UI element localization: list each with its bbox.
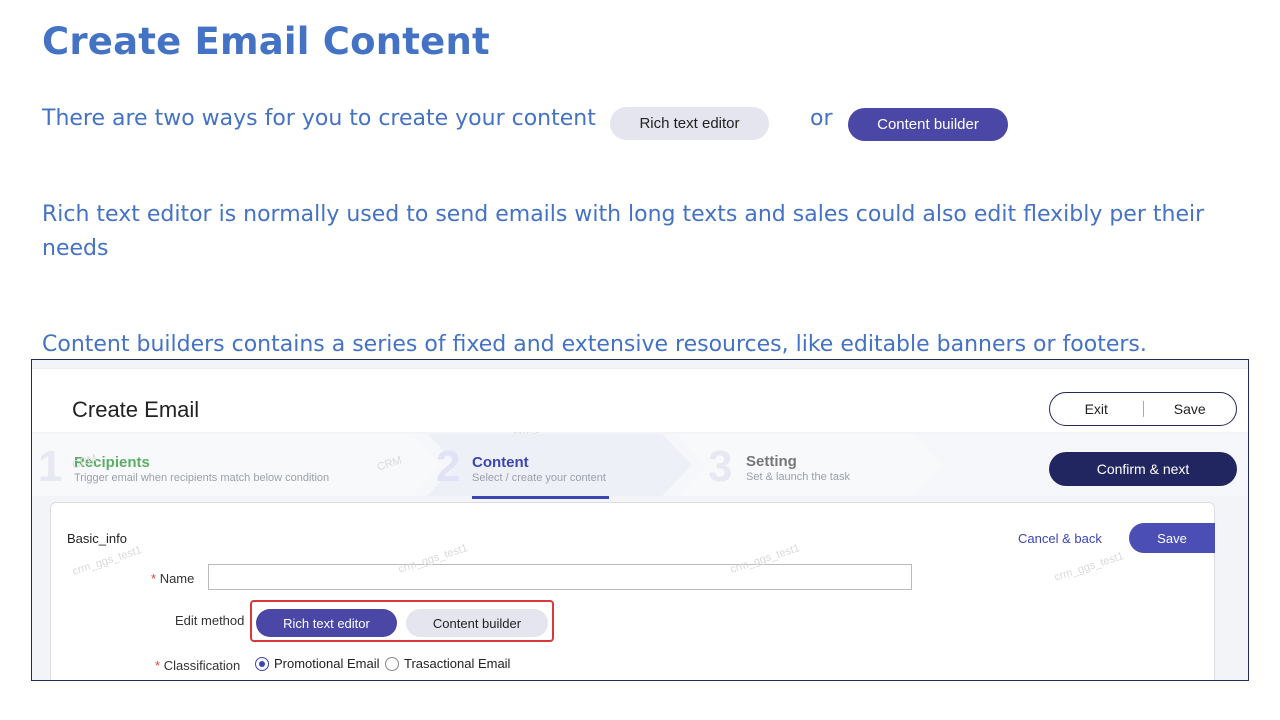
step-2-subtitle: Select / create your content — [472, 472, 606, 484]
name-label: * Name — [151, 571, 194, 586]
step-3-title[interactable]: Setting — [746, 453, 797, 470]
name-label-text: Name — [159, 571, 195, 586]
edit-method-highlight: Rich text editor Content builder — [250, 600, 554, 642]
form-save-button[interactable]: Save — [1129, 523, 1215, 553]
rich-text-editor-pill: Rich text editor — [610, 107, 769, 140]
content-builder-button[interactable]: Content builder — [406, 609, 548, 637]
basic-info-card: Basic_info Cancel & back Save * Name Edi… — [50, 502, 1215, 680]
required-mark: * — [151, 571, 157, 586]
or-text: or — [810, 106, 833, 131]
edit-method-label: Edit method — [175, 613, 245, 628]
watermark: crm_ggs_test1 — [70, 544, 144, 578]
transactional-radio[interactable] — [385, 657, 399, 671]
classification-label-text: Classification — [163, 658, 241, 673]
transactional-label: Trasactional Email — [404, 656, 511, 671]
cancel-back-link[interactable]: Cancel & back — [1018, 531, 1102, 546]
promotional-label: Promotional Email — [274, 656, 380, 671]
required-mark: * — [155, 658, 161, 673]
exit-save-group: Exit Save — [1049, 392, 1237, 426]
embedded-screenshot: crm_ggs_test1 crm_ggs_test1 crm_ggs_test… — [31, 359, 1249, 681]
rich-text-editor-button[interactable]: Rich text editor — [256, 609, 397, 637]
watermark: crm_ggs_test1 — [1052, 550, 1126, 584]
step-1-subtitle: Trigger email when recipients match belo… — [74, 472, 330, 484]
active-step-underline — [472, 496, 609, 499]
content-builder-description: Content builders contains a series of fi… — [42, 332, 1147, 357]
confirm-next-button[interactable]: Confirm & next — [1049, 452, 1237, 486]
intro-text: There are two ways for you to create you… — [42, 106, 596, 131]
section-title: Basic_info — [67, 531, 127, 546]
rich-text-description: Rich text editor is normally used to sen… — [42, 202, 1205, 261]
step-2-title[interactable]: Content — [472, 454, 529, 471]
name-input[interactable] — [208, 564, 912, 590]
step-2-number: 2 — [436, 442, 461, 491]
app-title: Create Email — [72, 397, 200, 422]
classification-label: * Classification — [155, 658, 240, 673]
step-3-number: 3 — [708, 442, 733, 491]
step-1-number: 1 — [38, 442, 63, 491]
exit-button[interactable]: Exit — [1050, 401, 1143, 417]
step-3-subtitle: Set & launch the task — [746, 471, 850, 483]
content-builder-pill: Content builder — [848, 108, 1008, 141]
header-save-button[interactable]: Save — [1144, 401, 1237, 417]
promotional-radio[interactable] — [255, 657, 269, 671]
app-header: Create Email Exit Save — [32, 368, 1248, 432]
slide-title: Create Email Content — [42, 20, 490, 63]
